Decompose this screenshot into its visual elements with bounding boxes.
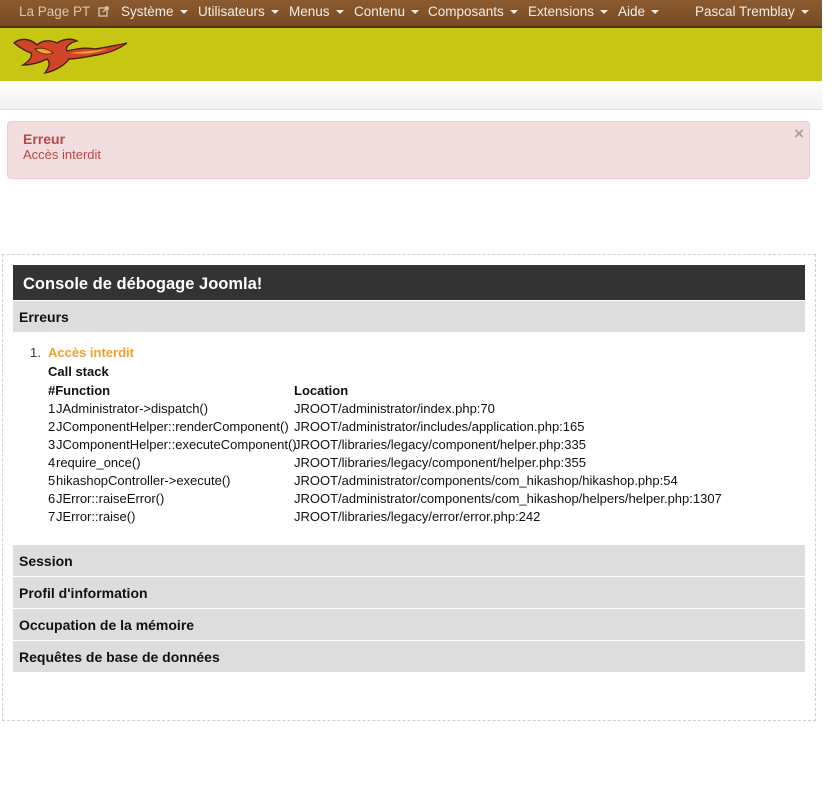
debug-console-title: Console de débogage Joomla! [13,265,805,300]
row-function: hikashopController->execute() [56,473,231,488]
menu-contenu[interactable]: Contenu [354,0,420,26]
caret-down-icon [600,10,609,15]
row-location: JROOT/libraries/legacy/component/helper.… [294,455,586,470]
row-location: JROOT/administrator/index.php:70 [294,401,495,416]
menu-label: Contenu [354,4,406,19]
menu-label: Aide [618,4,646,19]
top-navbar: La Page PT Système Utilisateurs Menus Co… [0,0,822,28]
callstack-title: Call stack [48,364,109,379]
section-requetes[interactable]: Requêtes de base de données [13,641,805,672]
subhead-toolbar [0,81,822,110]
row-location: JROOT/administrator/components/com_hikas… [294,473,678,488]
site-link[interactable]: La Page PT [19,0,109,26]
site-header [0,28,822,81]
menu-extensions[interactable]: Extensions [528,0,609,26]
section-profil[interactable]: Profil d'information [13,577,805,608]
row-number: 6 [48,491,56,506]
row-number: 5 [48,473,56,488]
caret-down-icon [270,10,279,15]
error-link[interactable]: Accès interdit [48,345,134,360]
row-function: JComponentHelper::renderComponent() [56,419,289,434]
row-location: JROOT/administrator/includes/application… [294,419,585,434]
row-function: JError::raiseError() [56,491,165,506]
menu-label: Utilisateurs [198,4,265,19]
column-header-function: #Function [48,383,111,398]
menu-label: Système [121,4,174,19]
row-number: 1 [48,401,56,416]
flame-logo-icon [11,35,129,78]
row-number: 7 [48,509,56,524]
user-menu[interactable]: Pascal Tremblay [695,0,809,26]
caret-down-icon [509,10,518,15]
user-name: Pascal Tremblay [695,4,795,19]
row-number: 2 [48,419,56,434]
menu-menus[interactable]: Menus [289,0,344,26]
alert-title: Erreur [23,131,66,147]
caret-down-icon [179,10,188,15]
row-location: JROOT/libraries/legacy/error/error.php:2… [294,509,541,524]
row-location: JROOT/administrator/components/com_hikas… [294,491,722,506]
section-errors[interactable]: Erreurs [13,301,805,332]
external-link-icon [98,1,109,25]
row-number: 4 [48,455,56,470]
caret-down-icon [411,10,420,15]
site-link-label: La Page PT [19,4,91,19]
menu-aide[interactable]: Aide [618,0,660,26]
row-function: JComponentHelper::executeComponent() [56,437,297,452]
menu-utilisateurs[interactable]: Utilisateurs [198,0,279,26]
error-alert: Erreur Accès interdit × [7,121,810,179]
alert-message: Accès interdit [23,147,102,162]
row-number: 3 [48,437,56,452]
menu-label: Menus [289,4,330,19]
menu-systeme[interactable]: Système [121,0,188,26]
row-function: JAdministrator->dispatch() [56,401,209,416]
row-location: JROOT/libraries/legacy/component/helper.… [294,437,586,452]
column-header-location: Location [294,383,349,398]
menu-label: Extensions [528,4,595,19]
caret-down-icon [335,10,344,15]
menu-composants[interactable]: Composants [428,0,518,26]
section-memoire[interactable]: Occupation de la mémoire [13,609,805,640]
row-function: JError::raise() [56,509,136,524]
menu-label: Composants [428,4,504,19]
caret-down-icon [651,10,660,15]
caret-down-icon [800,10,809,15]
close-icon[interactable]: × [794,124,804,144]
section-session[interactable]: Session [13,545,805,576]
row-function: require_once() [56,455,141,470]
error-number: 1. [30,345,41,360]
